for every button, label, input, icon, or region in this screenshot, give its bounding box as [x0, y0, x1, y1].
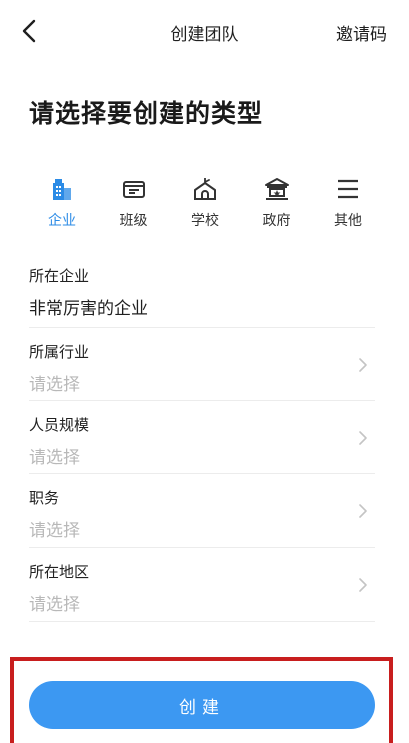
nav-bar: 创建团队 邀请码: [0, 0, 409, 62]
staff-size-placeholder: 请选择: [29, 448, 80, 468]
menu-icon: [338, 179, 358, 199]
invite-code-button[interactable]: 邀请码: [336, 20, 387, 45]
government-icon: [264, 178, 289, 200]
type-tab-class[interactable]: 班级: [100, 176, 168, 236]
position-placeholder: 请选择: [29, 521, 80, 541]
industry-placeholder: 请选择: [29, 375, 80, 395]
type-label-class: 班级: [119, 213, 148, 229]
region-placeholder: 请选择: [29, 595, 80, 615]
type-tab-enterprise[interactable]: 企业: [28, 176, 96, 236]
type-tab-government[interactable]: 政府: [243, 176, 311, 236]
staff-size-field[interactable]: 人员规模 请选择: [29, 401, 375, 474]
school-icon: [194, 178, 216, 200]
chevron-right-icon: [359, 431, 367, 445]
chevron-right-icon: [359, 578, 367, 592]
chevron-right-icon: [359, 504, 367, 518]
team-form: 所在企业 非常厉害的企业 所属行业 请选择 人员规模 请选择 职务 请选择 所在…: [29, 254, 375, 622]
type-tab-other[interactable]: 其他: [314, 176, 382, 236]
field-label: 所在企业: [29, 267, 90, 285]
building-icon: [53, 179, 71, 200]
industry-field[interactable]: 所属行业 请选择: [29, 328, 375, 401]
section-heading: 请选择要创建的类型: [29, 99, 264, 128]
company-value[interactable]: 非常厉害的企业: [29, 294, 375, 319]
type-label-government: 政府: [262, 213, 291, 229]
type-label-enterprise: 企业: [48, 213, 76, 229]
type-label-school: 学校: [191, 213, 219, 229]
field-label: 所在地区: [29, 563, 90, 581]
field-label: 人员规模: [29, 416, 90, 434]
field-label: 所属行业: [29, 343, 90, 361]
position-field[interactable]: 职务 请选择: [29, 474, 375, 548]
type-tab-school[interactable]: 学校: [171, 176, 239, 236]
region-field[interactable]: 所在地区 请选择: [29, 548, 375, 622]
chevron-right-icon: [359, 358, 367, 372]
type-selector: 企业 班级 学校 政府 其他: [28, 176, 382, 236]
class-icon: [122, 181, 145, 198]
create-button[interactable]: 创建: [29, 681, 375, 729]
company-field[interactable]: 所在企业 非常厉害的企业: [29, 254, 375, 328]
type-label-other: 其他: [334, 213, 362, 229]
field-label: 职务: [29, 489, 60, 507]
